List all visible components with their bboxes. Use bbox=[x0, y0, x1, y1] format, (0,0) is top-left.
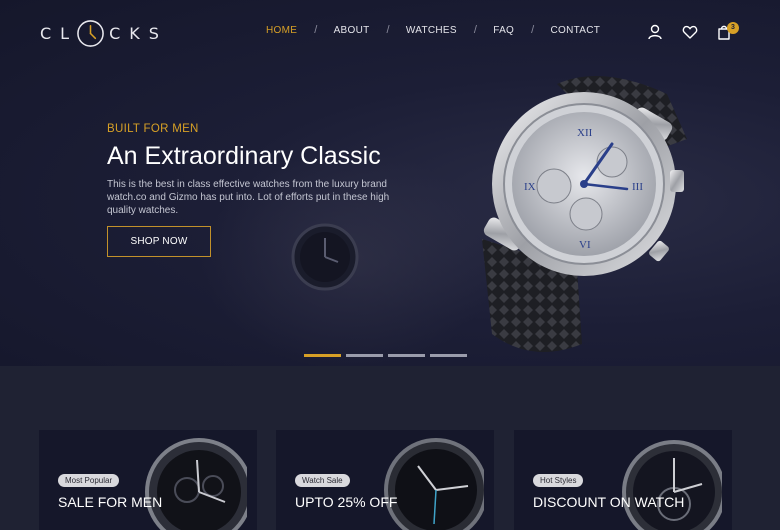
slider-dot-1[interactable] bbox=[304, 354, 341, 357]
promo-card-discount-on-watch[interactable]: Hot Styles DISCOUNT ON WATCH bbox=[514, 430, 732, 530]
main-navigation: HOME / ABOUT / WATCHES / FAQ / CONTACT bbox=[266, 24, 600, 36]
svg-text:III: III bbox=[632, 181, 643, 193]
card-badge: Hot Styles bbox=[533, 474, 584, 487]
nav-separator: / bbox=[314, 24, 318, 36]
heart-icon[interactable] bbox=[682, 24, 698, 40]
nav-faq[interactable]: FAQ bbox=[493, 25, 514, 36]
slider-dot-4[interactable] bbox=[430, 354, 467, 357]
nav-about[interactable]: ABOUT bbox=[334, 25, 370, 36]
card-watch-image bbox=[145, 438, 247, 530]
user-icon[interactable] bbox=[647, 24, 663, 40]
nav-separator: / bbox=[473, 24, 478, 36]
cart-count-badge: 3 bbox=[727, 22, 739, 34]
promo-card-sale-for-men[interactable]: Most Popular SALE FOR MEN bbox=[39, 430, 257, 530]
card-watch-image bbox=[384, 438, 484, 530]
promo-card-upto-25-off[interactable]: Watch Sale UPTO 25% OFF bbox=[276, 430, 494, 530]
slider-dot-2[interactable] bbox=[346, 354, 383, 357]
card-badge: Most Popular bbox=[58, 474, 120, 487]
svg-text:VI: VI bbox=[579, 239, 591, 251]
card-title: UPTO 25% OFF bbox=[295, 494, 398, 510]
card-badge: Watch Sale bbox=[295, 474, 350, 487]
card-title: DISCOUNT ON WATCH bbox=[533, 494, 685, 510]
shop-now-button[interactable]: SHOP NOW bbox=[107, 226, 211, 257]
slider-dot-3[interactable] bbox=[388, 354, 425, 357]
nav-home[interactable]: HOME bbox=[266, 25, 297, 36]
nav-separator: / bbox=[386, 24, 390, 36]
nav-separator: / bbox=[531, 24, 535, 36]
background-wrist-watch-image bbox=[291, 223, 359, 291]
nav-watches[interactable]: WATCHES bbox=[406, 25, 457, 36]
card-watch-image bbox=[622, 440, 722, 530]
logo-text-right: CKS bbox=[109, 23, 168, 43]
svg-text:XII: XII bbox=[577, 127, 593, 139]
logo-text-left: CL bbox=[40, 23, 79, 43]
hero-eyebrow: BUILT FOR MEN bbox=[107, 123, 199, 135]
clock-logo-icon bbox=[77, 19, 104, 47]
site-header: CL CKS HOME / ABOUT / WATCHES / FAQ / CO… bbox=[0, 0, 780, 66]
hero-description: This is the best in class effective watc… bbox=[107, 179, 390, 216]
svg-text:IX: IX bbox=[524, 181, 536, 193]
brand-logo[interactable]: CL CKS bbox=[40, 18, 168, 48]
hero-slider-dots bbox=[304, 354, 467, 357]
nav-contact[interactable]: CONTACT bbox=[551, 25, 601, 36]
card-title: SALE FOR MEN bbox=[58, 494, 163, 510]
featured-watch-image: XII III VI IX bbox=[482, 76, 687, 352]
hero-title: An Extraordinary Classic bbox=[107, 142, 381, 170]
